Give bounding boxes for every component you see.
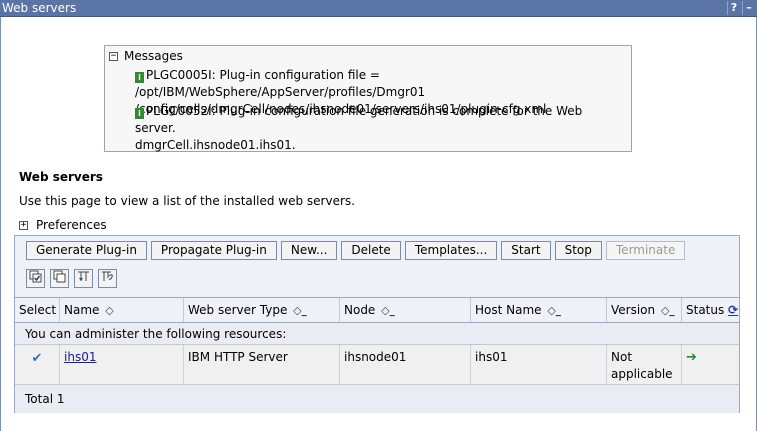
- start-button[interactable]: Start: [501, 241, 551, 260]
- select-all-icon[interactable]: [26, 269, 45, 288]
- window-title: Web servers: [2, 1, 77, 15]
- message-line: PLGC0052I: Plug-in configuration file ge…: [135, 104, 583, 135]
- sort-icon[interactable]: ◇: [547, 304, 555, 317]
- page-title: Web servers: [19, 170, 103, 184]
- new-button[interactable]: New...: [280, 241, 338, 260]
- column-header-select: Select: [19, 303, 57, 317]
- propagate-plugin-button[interactable]: Propagate Plug-in: [150, 241, 277, 260]
- page-description: Use this page to view a list of the inst…: [19, 194, 355, 208]
- templates-button[interactable]: Templates...: [404, 241, 498, 260]
- started-arrow-icon: ➔: [686, 350, 697, 365]
- message-line: PLGC0005I: Plug-in configuration file = …: [135, 68, 426, 99]
- info-icon: i: [135, 108, 144, 119]
- collection-panel: Generate Plug-in Propagate Plug-in New..…: [14, 235, 740, 413]
- show-filter-icon[interactable]: [74, 269, 93, 288]
- table-row: ✔ ihs01 IBM HTTP Server ihsnode01 ihs01 …: [15, 345, 739, 385]
- expand-icon[interactable]: +: [19, 220, 28, 230]
- row-status-cell: ➔: [681, 345, 739, 385]
- preferences-toggle[interactable]: + Preferences: [19, 218, 107, 232]
- messages-box: − Messages i PLGC0005I: Plug-in configura…: [104, 45, 632, 152]
- generate-plugin-button[interactable]: Generate Plug-in: [26, 241, 147, 260]
- row-host-cell: ihs01: [470, 345, 606, 385]
- frame-border-left: [0, 17, 1, 431]
- terminate-button: Terminate: [605, 241, 686, 260]
- sort-icon[interactable]: ◇: [105, 304, 113, 317]
- minimize-icon[interactable]: –: [742, 1, 755, 15]
- delete-button[interactable]: Delete: [341, 241, 401, 260]
- action-buttons: Generate Plug-in Propagate Plug-in New..…: [26, 241, 686, 260]
- row-version-cell: Not applicable: [606, 345, 681, 385]
- message-line: dmgrCell.ihsnode01.ihs01.: [135, 138, 296, 152]
- checkbox-checked-icon[interactable]: ✔: [32, 351, 43, 366]
- sort-icon[interactable]: ◇: [381, 304, 389, 317]
- column-header-node[interactable]: Node ◇_: [339, 298, 470, 322]
- messages-header[interactable]: − Messages: [109, 49, 183, 63]
- row-type-cell: IBM HTTP Server: [183, 345, 339, 385]
- message-item: i PLGC0052I: Plug-in configuration file g…: [135, 103, 625, 154]
- admin-message-row: You can administer the following resourc…: [15, 323, 739, 345]
- collapse-icon[interactable]: −: [109, 51, 118, 61]
- deselect-all-icon[interactable]: [50, 269, 69, 288]
- clear-filter-icon[interactable]: [98, 269, 117, 288]
- column-header-status: Status ⟳: [681, 298, 739, 322]
- window-titlebar: Web servers ? –: [0, 0, 757, 17]
- server-name-link[interactable]: ihs01: [64, 350, 96, 364]
- column-header-host[interactable]: Host Name ◇_: [470, 298, 606, 322]
- refresh-icon[interactable]: ⟳: [728, 303, 738, 317]
- table-header: Select Name ◇ Web server Type ◇_ Node ◇_…: [15, 297, 739, 323]
- messages-title: Messages: [124, 49, 183, 63]
- help-icon[interactable]: ?: [727, 1, 740, 15]
- table-tools: [26, 269, 117, 288]
- stop-button[interactable]: Stop: [554, 241, 602, 260]
- table-total: Total 1: [15, 385, 739, 413]
- row-select-cell[interactable]: ✔: [15, 345, 59, 385]
- column-header-type[interactable]: Web server Type ◇_: [183, 298, 339, 322]
- sort-icon[interactable]: ◇: [293, 304, 301, 317]
- row-node-cell: ihsnode01: [339, 345, 470, 385]
- row-name-cell: ihs01: [59, 345, 183, 385]
- info-icon: i: [135, 72, 144, 83]
- preferences-label: Preferences: [36, 218, 107, 232]
- column-header-name[interactable]: Name ◇: [59, 298, 183, 322]
- column-header-version[interactable]: Version ◇_: [606, 298, 681, 322]
